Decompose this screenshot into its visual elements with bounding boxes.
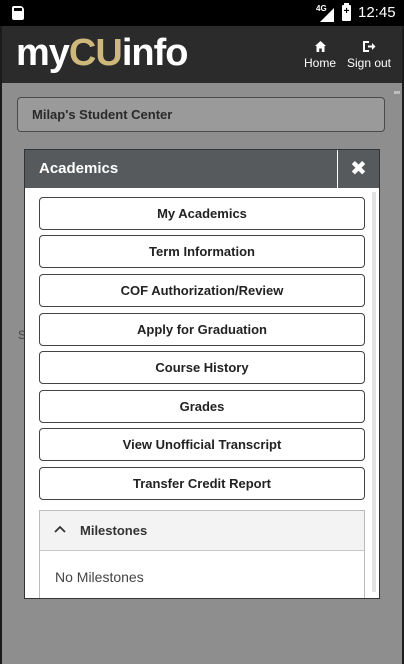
sign-out-button[interactable]: Sign out (345, 40, 393, 70)
milestones-header[interactable]: Milestones (40, 511, 364, 551)
course-history-button[interactable]: Course History (39, 351, 365, 384)
milestones-title: Milestones (80, 523, 148, 538)
chevron-up-icon (54, 519, 66, 542)
close-icon: ✖ (350, 158, 367, 180)
sign-out-icon (345, 40, 393, 56)
signal-icon (320, 8, 334, 22)
grades-button[interactable]: Grades (39, 390, 365, 423)
status-bar: 4G + 12:45 (0, 0, 404, 26)
phone-frame: 4G + 12:45 myCUinfo Home Sign out Milap'… (0, 0, 404, 664)
status-time: 12:45 (358, 4, 396, 21)
home-button[interactable]: Home (302, 40, 338, 70)
milestones-panel: Milestones No Milestones (39, 510, 365, 598)
logo-cu: CU (68, 32, 123, 74)
battery-icon: + (342, 3, 351, 21)
sd-card-icon (12, 6, 24, 20)
logo-info: info (121, 32, 189, 74)
mycuinfo-logo[interactable]: myCUinfo (16, 32, 189, 75)
modal-scrollbar[interactable] (372, 192, 376, 592)
app-header: myCUinfo Home Sign out (2, 26, 402, 83)
home-icon (302, 40, 338, 56)
battery-charging-mark: + (343, 6, 350, 17)
close-button[interactable]: ✖ (337, 150, 379, 188)
logo-my: my (16, 32, 70, 74)
page-scrollbar[interactable] (394, 91, 400, 94)
academics-modal: Academics ✖ My Academics Term Informatio… (24, 149, 380, 599)
transfer-credit-report-button[interactable]: Transfer Credit Report (39, 467, 365, 500)
home-label: Home (303, 56, 336, 70)
term-information-button[interactable]: Term Information (39, 235, 365, 268)
my-academics-button[interactable]: My Academics (39, 197, 365, 230)
milestones-empty-text: No Milestones (55, 569, 144, 585)
student-center-header[interactable]: Milap's Student Center (17, 97, 385, 132)
modal-header: Academics ✖ (25, 150, 379, 188)
sign-out-label: Sign out (346, 56, 392, 70)
modal-title: Academics (39, 160, 119, 177)
unofficial-transcript-button[interactable]: View Unofficial Transcript (39, 428, 365, 461)
apply-for-graduation-button[interactable]: Apply for Graduation (39, 313, 365, 346)
cof-authorization-button[interactable]: COF Authorization/Review (39, 274, 365, 307)
